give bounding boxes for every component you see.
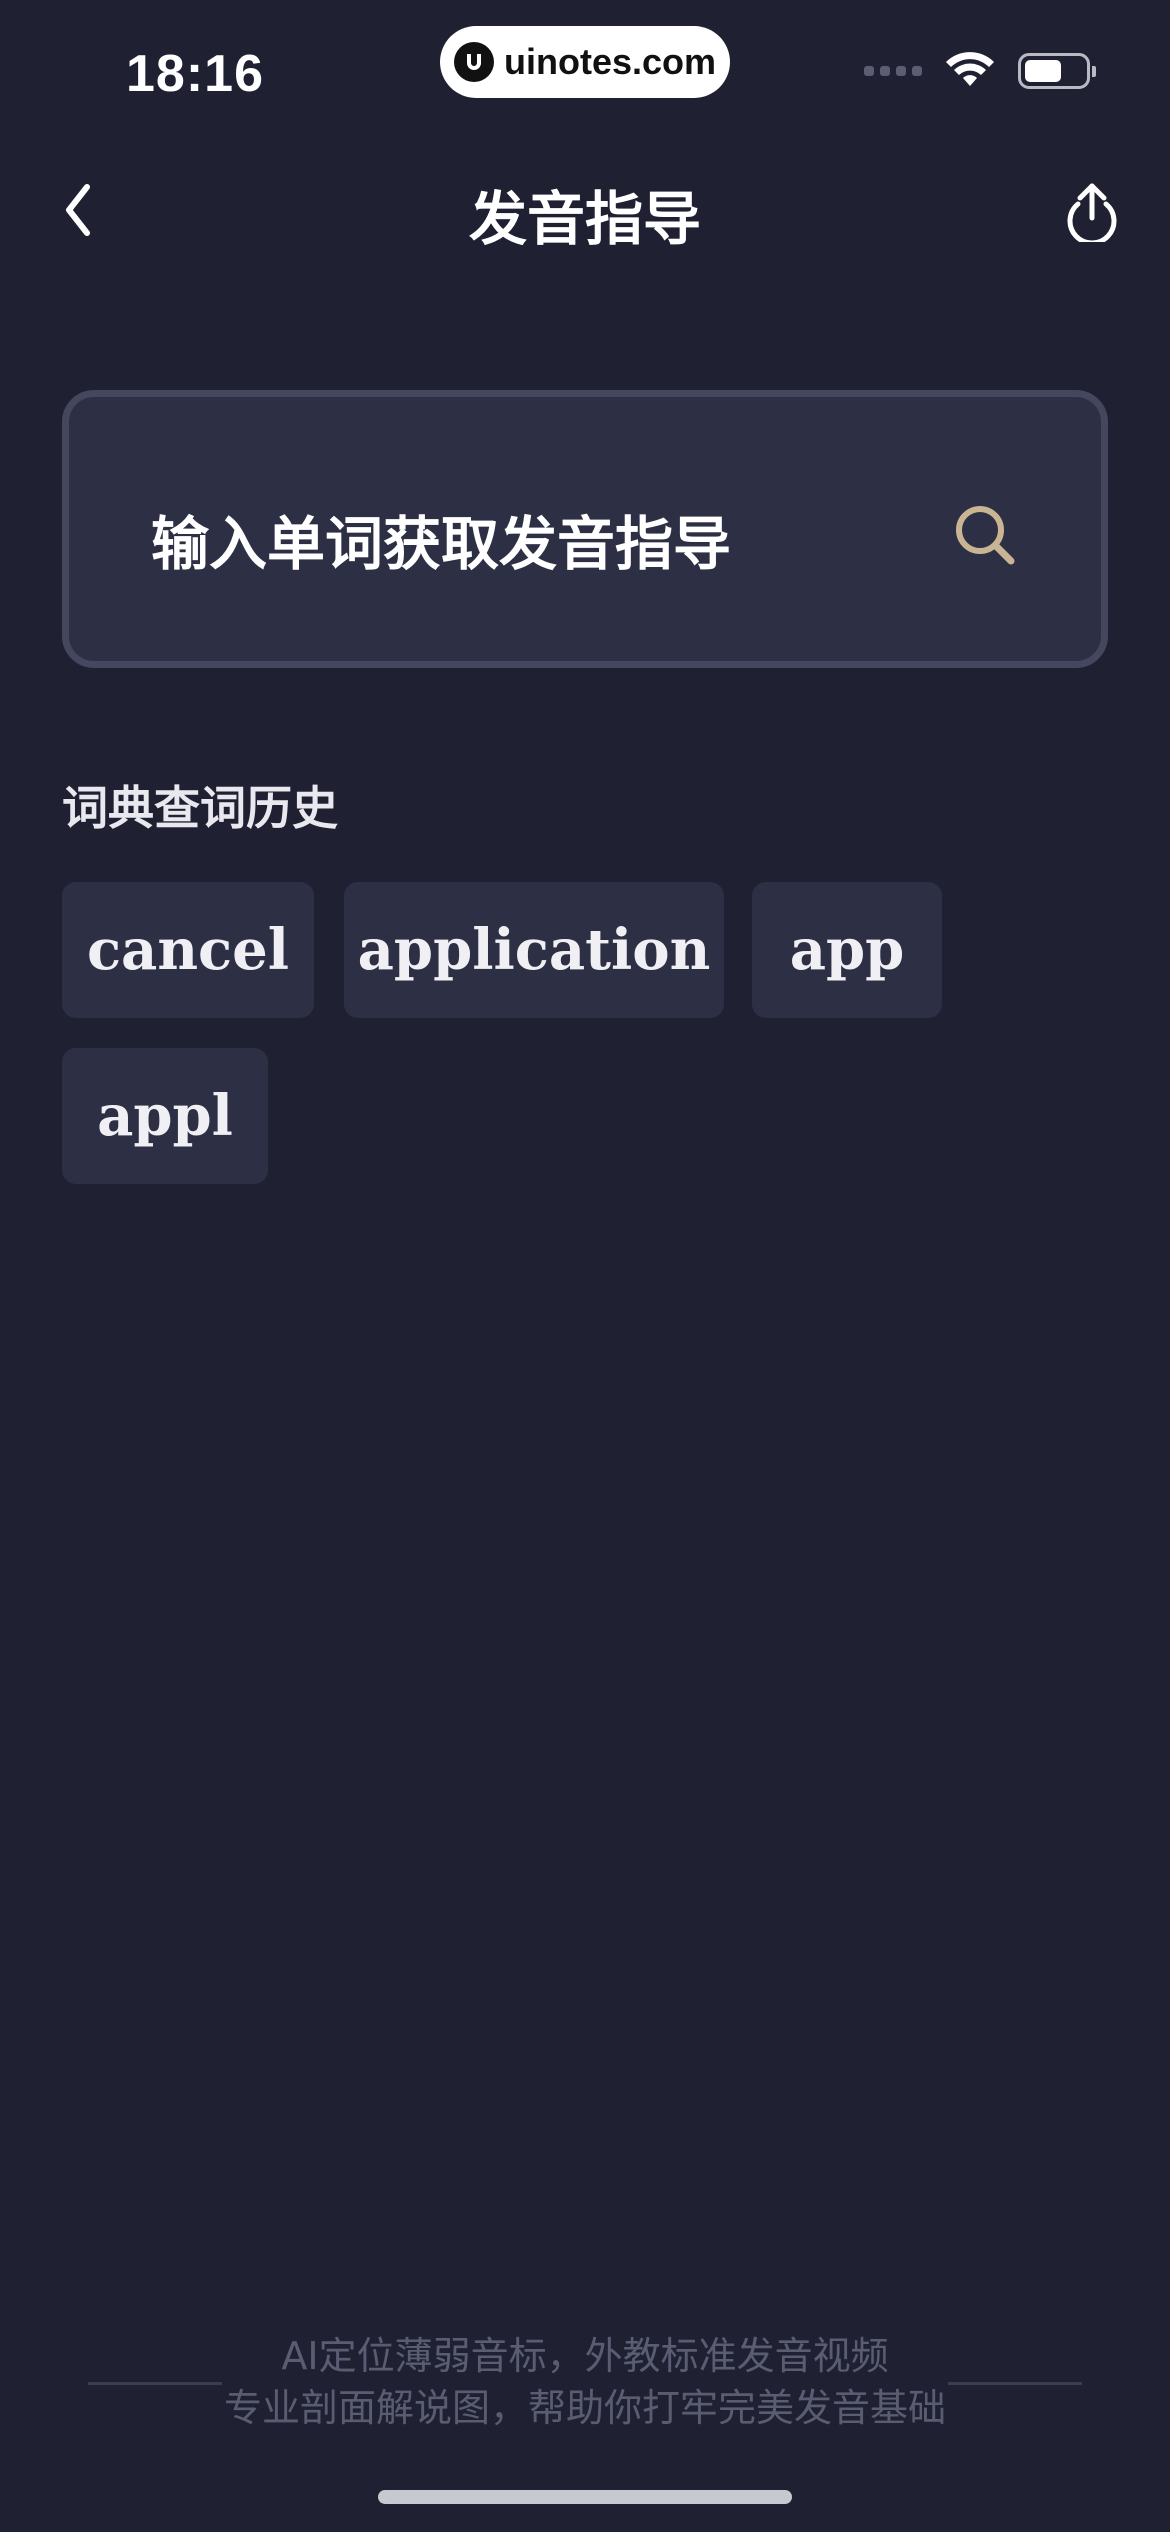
history-chip[interactable]: app <box>752 882 942 1018</box>
share-icon <box>1067 183 1117 242</box>
battery-level <box>1025 60 1061 82</box>
battery-icon <box>1018 53 1096 89</box>
cellular-signal-icon <box>864 66 922 76</box>
wifi-icon <box>946 52 994 86</box>
footer-promo: AI定位薄弱音标，外教标准发音视频 专业剖面解说图，帮助你打牢完美发音基础 <box>0 2330 1170 2434</box>
search-icon[interactable] <box>951 501 1019 569</box>
share-button[interactable] <box>1054 172 1130 248</box>
watermark-text: uinotes.com <box>503 41 717 82</box>
watermark-logo-icon <box>453 42 494 82</box>
watermark-badge: uinotes.com <box>440 26 730 98</box>
status-indicators <box>864 52 1096 90</box>
history-title: 词典查词历史 <box>62 781 338 835</box>
footer-line-2: 专业剖面解说图，帮助你打牢完美发音基础 <box>223 2386 946 2430</box>
page-title: 发音指导 <box>468 185 701 253</box>
search-input[interactable]: 输入单词获取发音指导 <box>62 390 1108 668</box>
history-chip[interactable]: cancel <box>62 882 314 1018</box>
history-chip[interactable]: appl <box>62 1048 268 1184</box>
status-time: 18:16 <box>126 45 264 103</box>
history-chip[interactable]: application <box>344 882 724 1018</box>
search-placeholder: 输入单词获取发音指导 <box>151 510 732 578</box>
footer-line-1: AI定位薄弱音标，外教标准发音视频 <box>281 2334 889 2378</box>
home-indicator <box>378 2490 792 2504</box>
